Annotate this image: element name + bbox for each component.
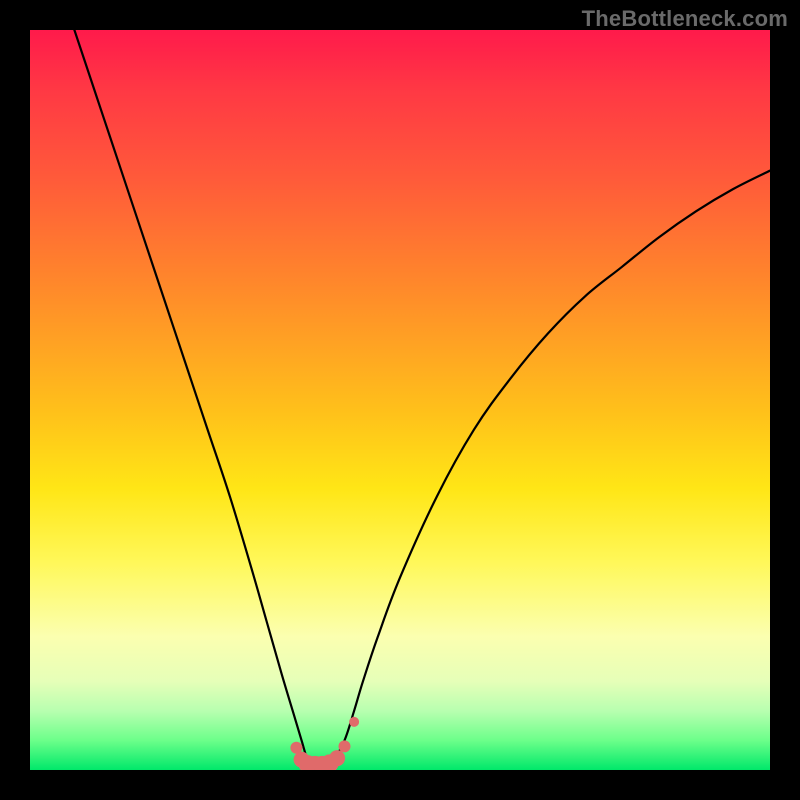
curve-layer bbox=[30, 30, 770, 770]
highlight-dot bbox=[349, 717, 359, 727]
highlight-dot bbox=[339, 740, 351, 752]
highlight-dot bbox=[329, 750, 345, 766]
bottleneck-curve-path bbox=[74, 30, 770, 766]
watermark-label: TheBottleneck.com bbox=[582, 6, 788, 32]
plot-area bbox=[30, 30, 770, 770]
chart-frame: TheBottleneck.com bbox=[0, 0, 800, 800]
